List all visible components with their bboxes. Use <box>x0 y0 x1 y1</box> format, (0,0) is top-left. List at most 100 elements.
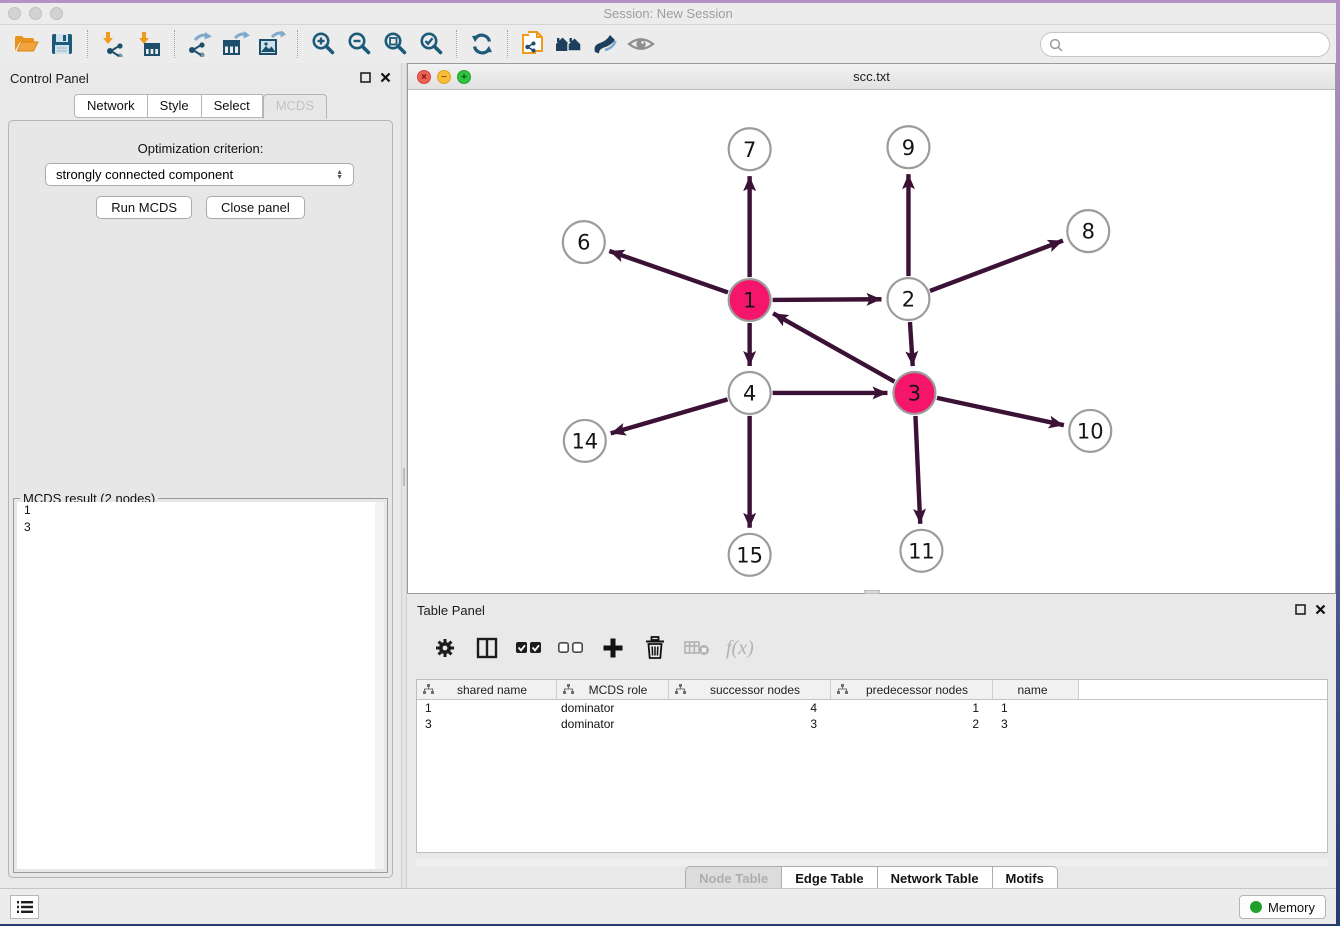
memory-button[interactable]: Memory <box>1239 895 1326 919</box>
delete-column-icon[interactable] <box>642 635 668 661</box>
node-table-header: shared name MCDS role successor nodes pr… <box>417 680 1327 700</box>
zoom-in-icon[interactable] <box>305 29 341 59</box>
horizontal-splitter-grip[interactable] <box>864 590 880 594</box>
column-type-icon <box>423 684 434 695</box>
table-scrollbar[interactable] <box>416 858 1328 866</box>
zoom-out-icon[interactable] <box>341 29 377 59</box>
cell-mcds-role: dominator <box>557 716 669 732</box>
table-panel-title: Table Panel <box>417 603 485 618</box>
graph-node-label-3: 3 <box>908 381 921 405</box>
table-settings-icon[interactable] <box>432 635 458 661</box>
control-panel: Control Panel Network Style Select MCDS … <box>0 63 401 888</box>
graph-node-label-6: 6 <box>577 231 590 255</box>
import-network-icon[interactable] <box>95 29 131 59</box>
task-history-button[interactable] <box>10 895 39 919</box>
open-session-icon[interactable] <box>8 29 44 59</box>
float-table-panel-icon[interactable] <box>1295 604 1306 615</box>
close-panel-icon[interactable] <box>380 72 391 83</box>
toolbar-separator <box>456 30 457 58</box>
graph-node-label-9: 9 <box>902 136 915 160</box>
tab-mcds[interactable]: MCDS <box>263 94 327 119</box>
add-column-icon[interactable] <box>600 635 626 661</box>
export-image-icon[interactable] <box>254 29 290 59</box>
graph-edge-4-14[interactable] <box>611 399 728 433</box>
list-icon <box>17 900 33 914</box>
network-window-titlebar[interactable]: × − + scc.txt <box>408 64 1335 90</box>
export-network-icon[interactable] <box>182 29 218 59</box>
memory-status-icon <box>1250 901 1262 913</box>
graph-node-label-4: 4 <box>743 381 756 405</box>
first-neighbors-icon[interactable] <box>551 29 587 59</box>
export-table-icon[interactable] <box>218 29 254 59</box>
tab-network[interactable]: Network <box>74 94 148 118</box>
criterion-select-value: strongly connected component <box>56 167 233 182</box>
graph-node-label-1: 1 <box>743 289 756 313</box>
graph-edge-3-11[interactable] <box>915 416 920 524</box>
column-header-successor-nodes[interactable]: successor nodes <box>669 680 831 699</box>
run-mcds-button[interactable]: Run MCDS <box>96 196 192 219</box>
control-panel-title: Control Panel <box>10 71 89 86</box>
close-panel-button[interactable]: Close panel <box>206 196 305 219</box>
delete-table-icon[interactable] <box>684 635 710 661</box>
clone-network-icon[interactable] <box>515 29 551 59</box>
column-header-name[interactable]: name <box>993 680 1079 699</box>
table-toolbar: f(x) <box>416 625 1328 671</box>
search-field[interactable] <box>1040 32 1330 57</box>
float-panel-icon[interactable] <box>360 72 371 83</box>
tab-select[interactable]: Select <box>202 94 263 118</box>
graph-edge-1-6[interactable] <box>609 251 728 292</box>
graph-node-label-15: 15 <box>736 543 763 567</box>
search-icon <box>1049 38 1063 52</box>
close-table-panel-icon[interactable] <box>1315 604 1326 615</box>
graph-node-label-8: 8 <box>1082 220 1095 244</box>
graph-edge-3-10[interactable] <box>937 398 1064 425</box>
graph-edge-3-1[interactable] <box>773 313 894 381</box>
tab-style[interactable]: Style <box>148 94 202 118</box>
style-brush-icon[interactable] <box>587 29 623 59</box>
main-toolbar <box>0 25 1336 64</box>
column-header-mcds-role[interactable]: MCDS role <box>557 680 669 699</box>
mcds-result-list[interactable]: 1 3 <box>17 502 384 869</box>
graph-node-label-2: 2 <box>902 288 915 312</box>
mcds-result-item: 3 <box>17 519 384 536</box>
table-row[interactable]: 1 dominator 4 1 1 <box>417 700 1327 716</box>
import-table-icon[interactable] <box>131 29 167 59</box>
zoom-selected-icon[interactable] <box>413 29 449 59</box>
mcds-result-item: 1 <box>17 502 384 519</box>
graph-edge-1-2[interactable] <box>773 299 882 300</box>
app-title: Session: New Session <box>0 6 1336 21</box>
column-header-shared-name[interactable]: shared name <box>417 680 557 699</box>
cell-successor-nodes: 3 <box>669 716 831 732</box>
graph-node-label-7: 7 <box>743 138 756 162</box>
toolbar-separator <box>507 30 508 58</box>
cell-predecessor-nodes: 1 <box>831 700 993 716</box>
split-columns-icon[interactable] <box>474 635 500 661</box>
table-row[interactable]: 3 dominator 3 2 3 <box>417 716 1327 732</box>
cell-predecessor-nodes: 2 <box>831 716 993 732</box>
node-table: shared name MCDS role successor nodes pr… <box>416 679 1328 853</box>
application-window: Session: New Session <box>0 3 1336 924</box>
show-hide-icon[interactable] <box>623 29 659 59</box>
control-panel-tabs: Network Style Select MCDS <box>0 94 401 118</box>
graph-svg: 7968124314101511 <box>408 90 1335 593</box>
deselect-all-icon[interactable] <box>558 635 584 661</box>
zoom-fit-icon[interactable] <box>377 29 413 59</box>
save-session-icon[interactable] <box>44 29 80 59</box>
network-canvas[interactable]: 7968124314101511 <box>408 90 1335 593</box>
cell-shared-name: 1 <box>417 700 557 716</box>
graph-node-label-14: 14 <box>571 429 598 453</box>
cell-shared-name: 3 <box>417 716 557 732</box>
select-all-check-icon[interactable] <box>516 635 542 661</box>
network-view-window: × − + scc.txt 7968124314101511 <box>407 63 1336 594</box>
column-header-predecessor-nodes[interactable]: predecessor nodes <box>831 680 993 699</box>
cell-name: 1 <box>993 700 1079 716</box>
function-builder-icon[interactable]: f(x) <box>726 637 754 660</box>
graph-edge-2-3[interactable] <box>910 322 913 366</box>
toolbar-separator <box>297 30 298 58</box>
result-scrollbar[interactable] <box>375 502 384 869</box>
criterion-select[interactable]: strongly connected component ▲▼ <box>45 163 354 186</box>
apply-layout-icon[interactable] <box>464 29 500 59</box>
graph-edge-2-8[interactable] <box>930 241 1063 291</box>
search-input[interactable] <box>1068 37 1329 52</box>
mcds-result-box: MCDS result (2 nodes) 1 3 <box>13 498 388 873</box>
